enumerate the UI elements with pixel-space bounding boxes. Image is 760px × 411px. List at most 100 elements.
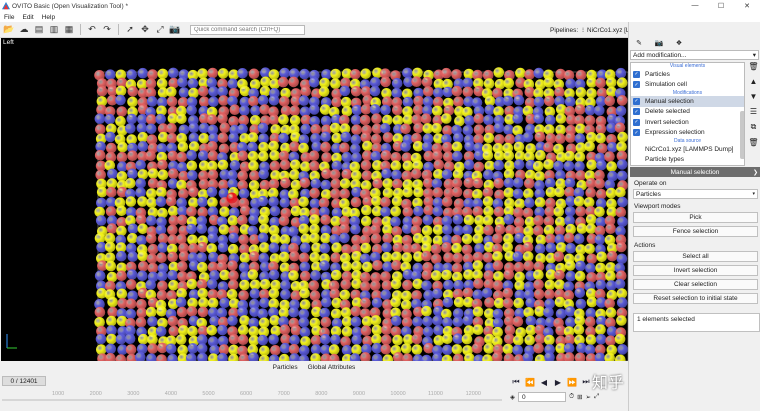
camera-icon[interactable]: 📷 [169,24,181,36]
list-item-selected[interactable]: ✓ Manual selection [631,96,744,107]
cloud-download-icon[interactable]: ☁ [18,24,30,36]
tab-global-attributes[interactable]: Global Attributes [308,364,356,371]
checkbox-icon[interactable]: ✓ [633,81,640,89]
list-item[interactable]: Particle types [631,155,744,166]
particle [96,344,107,355]
group-icon[interactable]: ☰ [750,107,757,116]
data-inspector-tabs: Particles Global Attributes [0,361,628,373]
fit-view-icon[interactable]: ⤢ [154,24,166,36]
play-icon[interactable]: ▶ [552,376,564,388]
checkbox-icon[interactable]: ✓ [633,118,640,126]
add-modification-dropdown[interactable]: Add modification... ▾ [630,50,759,60]
open-folder-icon[interactable]: 📂 [3,24,15,36]
copy-icon[interactable]: ⧉ [751,122,757,132]
animation-settings-icon[interactable]: ⏱ [569,393,574,401]
checkbox-icon[interactable]: ✓ [633,97,640,105]
particle [259,223,270,235]
particle [288,76,299,88]
particle [410,168,422,179]
list-item[interactable]: ✓ Particles [631,69,744,80]
fence-selection-button[interactable]: Fence selection [633,226,758,237]
particle [585,187,596,198]
invert-selection-button[interactable]: Invert selection [633,265,758,276]
particle [362,261,373,273]
particle [188,87,199,99]
render-tab-icon[interactable]: 📷 [649,37,669,49]
list-item[interactable]: ✓ Simulation cell [631,80,744,91]
pick-button[interactable]: Pick [633,212,758,223]
particle [472,233,484,244]
save-icon[interactable]: ▤ [33,24,45,36]
particle [544,334,555,346]
particle [331,132,343,144]
play-backward-icon[interactable]: ◀ [538,376,550,388]
menu-edit[interactable]: Edit [22,14,33,21]
particle [330,68,341,80]
list-scrollbar[interactable] [740,111,744,159]
particle [289,115,301,126]
move-up-icon[interactable]: ▲ [750,77,758,86]
checkbox-icon[interactable]: ✓ [633,129,640,137]
particle [462,86,474,98]
trash-icon[interactable]: 🗑 [748,138,758,147]
menu-file[interactable]: File [4,14,14,21]
particle [300,336,311,347]
current-frame-input[interactable]: 0 [518,392,566,402]
particle [492,280,504,291]
zoom-all-icon[interactable]: ⊞ [577,393,582,401]
list-item[interactable]: ✓ Expression selection [631,128,744,139]
particle [533,279,544,290]
export-icon[interactable]: ▦ [63,24,75,36]
particle [330,178,342,189]
move-down-icon[interactable]: ▼ [750,92,758,101]
list-item[interactable]: ✓ Delete selected [631,107,744,118]
move-icon[interactable]: ✥ [139,24,151,36]
next-frame-icon[interactable]: ⏩ [566,376,578,388]
chevron-right-icon[interactable]: ❯ [753,169,758,176]
particle [350,69,361,80]
particle [391,260,402,271]
save-as-icon[interactable]: ▥ [48,24,60,36]
particle [196,343,208,354]
operate-on-select[interactable]: Particles ▾ [633,189,758,199]
particle [289,334,300,346]
first-frame-icon[interactable]: ⏮ [510,376,522,388]
particle [268,196,279,207]
undo-icon[interactable]: ↶ [86,24,98,36]
list-item[interactable]: ✓ Invert selection [631,117,744,128]
list-item[interactable]: NiCrCo1.xyz [LAMMPS Dump] [631,144,744,155]
maximize-button[interactable]: ☐ [708,2,734,10]
list-item-label: Expression selection [645,129,705,137]
pipeline-select[interactable]: ⁝ NiCrCo1.xyz [LAMMPS Dump] [582,24,673,36]
previous-frame-icon[interactable]: ⏪ [524,376,536,388]
particle [124,333,136,345]
clear-selection-button[interactable]: Clear selection [633,279,758,290]
pipeline-tab-icon[interactable]: ✎ [629,37,649,49]
select-cursor-icon[interactable]: ➚ [124,24,136,36]
redo-icon[interactable]: ↷ [101,24,113,36]
particle [127,96,138,108]
checkbox-icon[interactable]: ✓ [633,70,640,78]
minimize-button[interactable]: — [682,2,708,10]
orbit-icon[interactable]: ➢ [586,393,591,401]
menu-help[interactable]: Help [42,14,55,21]
select-all-button[interactable]: Select all [633,251,758,262]
checkbox-icon[interactable]: ✓ [633,108,640,116]
particle [217,159,229,171]
particle [371,353,383,361]
overlay-tab-icon[interactable]: ❖ [669,37,689,49]
particle [187,343,199,354]
particle [543,77,555,88]
time-slider[interactable]: 1000 2000 3000 4000 5000 6000 7000 8000 9000 1000… [2,387,502,401]
pipeline-side-icons: 🗑 ▲ ▼ ☰ ⧉ 🗑 [747,62,760,147]
last-frame-icon[interactable]: ⏭ [580,376,592,388]
reset-selection-button[interactable]: Reset selection to initial state [633,293,758,304]
viewport-left[interactable]: Left [1,38,628,361]
particle [299,242,311,253]
particle [218,224,230,235]
maximize-viewport-icon[interactable]: ⤢ [594,393,599,401]
close-button[interactable]: ✕ [734,2,760,10]
delete-icon[interactable]: 🗑 [748,62,758,71]
tab-particles[interactable]: Particles [273,364,298,371]
search-input[interactable] [190,24,305,35]
